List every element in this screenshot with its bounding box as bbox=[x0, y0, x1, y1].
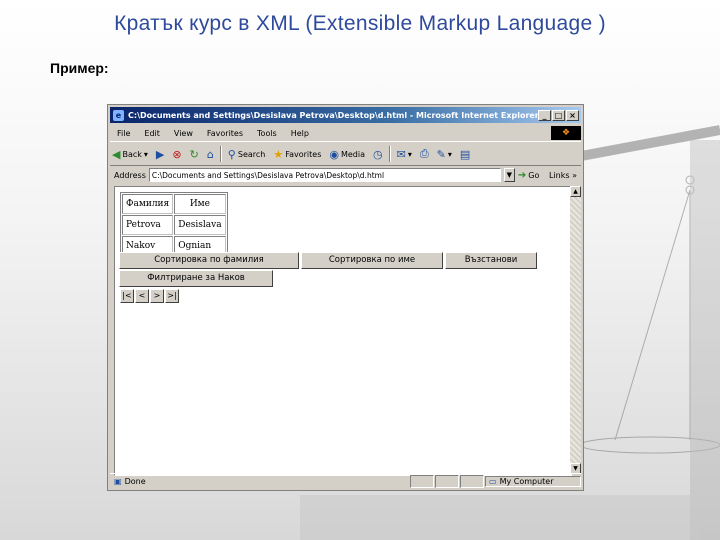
home-icon: ⌂ bbox=[206, 147, 214, 161]
favorites-star-icon: ★ bbox=[273, 147, 284, 161]
media-icon: ◉ bbox=[329, 147, 339, 161]
ie-window: e C:\Documents and Settings\Desislava Pe… bbox=[107, 104, 584, 491]
table-header: Име bbox=[174, 194, 226, 214]
home-button[interactable]: ⌂ bbox=[205, 148, 216, 161]
status-cell bbox=[410, 474, 434, 488]
back-label: Back bbox=[122, 149, 142, 159]
computer-icon: ▭ bbox=[489, 476, 497, 486]
zone-label: My Computer bbox=[499, 476, 554, 486]
table-cell: Desislava bbox=[174, 215, 226, 235]
sort-by-surname-button[interactable]: Сортировка по фамилия bbox=[119, 252, 299, 269]
data-table: Фамилия Име Petrova Desislava Nakov Ogni… bbox=[120, 192, 228, 258]
page-content: Фамилия Име Petrova Desislava Nakov Ogni… bbox=[114, 186, 572, 476]
refresh-button[interactable]: ↻ bbox=[188, 148, 201, 161]
address-dropdown-icon[interactable]: ▼ bbox=[503, 168, 515, 182]
last-record-button[interactable]: >| bbox=[165, 289, 179, 303]
security-zone: ▭ My Computer bbox=[485, 475, 581, 487]
vertical-scrollbar[interactable]: ▲ ▼ bbox=[570, 186, 581, 474]
menu-view[interactable]: View bbox=[167, 129, 200, 138]
go-button[interactable]: ➔ Go bbox=[518, 170, 539, 181]
example-label: Пример: bbox=[50, 60, 109, 76]
discuss-icon: ▤ bbox=[459, 147, 471, 161]
status-text: Done bbox=[124, 476, 146, 486]
address-label: Address bbox=[114, 170, 146, 180]
next-record-button[interactable]: > bbox=[150, 289, 164, 303]
search-button[interactable]: ⚲ Search bbox=[226, 148, 268, 161]
page-done-icon: ▣ bbox=[114, 476, 122, 486]
go-arrow-icon: ➔ bbox=[517, 169, 527, 181]
status-cell bbox=[435, 474, 459, 488]
history-button[interactable]: ◷ bbox=[371, 148, 385, 161]
restore-button[interactable]: Възстанови bbox=[445, 252, 537, 269]
go-label: Go bbox=[528, 170, 540, 180]
first-record-button[interactable]: |< bbox=[120, 289, 134, 303]
edit-dropdown-icon: ▾ bbox=[447, 149, 452, 159]
stop-icon: ⊗ bbox=[172, 147, 182, 161]
stop-button[interactable]: ⊗ bbox=[170, 148, 183, 161]
close-button[interactable]: × bbox=[566, 109, 579, 121]
window-title: C:\Documents and Settings\Desislava Petr… bbox=[128, 110, 538, 120]
status-cell bbox=[460, 474, 484, 488]
forward-button[interactable]: ▶ bbox=[154, 148, 166, 161]
search-icon: ⚲ bbox=[227, 147, 236, 161]
table-header-row: Фамилия Име bbox=[122, 194, 226, 214]
prev-record-button[interactable]: < bbox=[135, 289, 149, 303]
edit-icon: ✎ bbox=[436, 147, 446, 161]
toolbar-separator bbox=[219, 146, 222, 162]
links-button[interactable]: Links » bbox=[549, 171, 581, 180]
address-bar: Address C:\Documents and Settings\Desisl… bbox=[110, 166, 581, 184]
search-label: Search bbox=[237, 149, 266, 159]
back-dropdown-icon: ▾ bbox=[143, 149, 148, 159]
mail-icon: ✉ bbox=[396, 147, 406, 161]
discuss-button[interactable]: ▤ bbox=[458, 148, 472, 161]
menu-help[interactable]: Help bbox=[284, 129, 316, 138]
ie-logo-icon: e bbox=[113, 109, 124, 121]
filter-nakov-button[interactable]: Филтриране за Наков bbox=[119, 270, 273, 287]
status-bar: ▣ Done ▭ My Computer bbox=[110, 473, 581, 488]
maximize-button[interactable]: □ bbox=[552, 109, 565, 121]
refresh-icon: ↻ bbox=[189, 147, 199, 161]
edit-button[interactable]: ✎ ▾ bbox=[435, 148, 454, 161]
sort-by-name-button[interactable]: Сортировка по име bbox=[301, 252, 443, 269]
table-header: Фамилия bbox=[122, 194, 174, 214]
favorites-label: Favorites bbox=[285, 149, 322, 159]
menu-favorites[interactable]: Favorites bbox=[200, 129, 250, 138]
print-button[interactable]: ⎙ bbox=[418, 147, 431, 161]
history-icon: ◷ bbox=[373, 147, 383, 161]
menu-edit[interactable]: Edit bbox=[137, 129, 167, 138]
menu-bar: File Edit View Favorites Tools Help ❖ bbox=[110, 125, 581, 142]
toolbar-separator bbox=[388, 146, 391, 162]
window-titlebar[interactable]: e C:\Documents and Settings\Desislava Pe… bbox=[110, 107, 581, 123]
table-cell: Petrova bbox=[122, 215, 174, 235]
favorites-button[interactable]: ★ Favorites bbox=[271, 148, 323, 161]
media-label: Media bbox=[340, 149, 365, 159]
minimize-button[interactable]: _ bbox=[538, 109, 551, 121]
media-button[interactable]: ◉ Media bbox=[327, 148, 367, 161]
forward-arrow-icon: ▶ bbox=[155, 147, 165, 161]
windows-logo-icon: ❖ bbox=[551, 126, 581, 140]
menu-tools[interactable]: Tools bbox=[250, 129, 284, 138]
back-arrow-icon: ◀ bbox=[112, 147, 121, 161]
mail-button[interactable]: ✉ ▾ bbox=[395, 148, 414, 161]
slide-title: Кратък курс в XML (Extensible Markup Lan… bbox=[114, 12, 606, 35]
scroll-up-icon[interactable]: ▲ bbox=[570, 186, 581, 197]
back-button[interactable]: ◀ Back ▾ bbox=[110, 148, 150, 161]
menu-file[interactable]: File bbox=[110, 129, 137, 138]
toolbar: ◀ Back ▾ ▶ ⊗ ↻ ⌂ ⚲ Search ★ Favorites ◉ … bbox=[110, 143, 581, 166]
address-input[interactable]: C:\Documents and Settings\Desislava Petr… bbox=[148, 168, 501, 182]
print-icon: ⎙ bbox=[419, 147, 429, 160]
mail-dropdown-icon: ▾ bbox=[407, 149, 412, 159]
table-row: Petrova Desislava bbox=[122, 215, 226, 235]
